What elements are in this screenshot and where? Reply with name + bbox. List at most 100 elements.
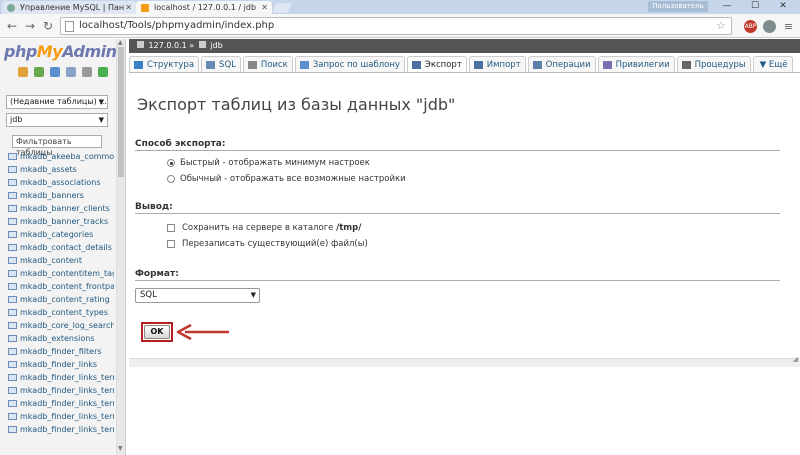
table-name[interactable]: mkadb_finder_links_terms [20, 425, 114, 434]
table-icon[interactable] [8, 231, 17, 238]
custom-export-option[interactable]: Обычный - отображать все возможные настр… [167, 174, 406, 185]
table-name[interactable]: mkadb_content_types [20, 308, 108, 317]
table-name[interactable]: mkadb_banners [20, 191, 84, 200]
table-list-item[interactable]: mkadb_finder_links_terms [8, 371, 114, 384]
table-name[interactable]: mkadb_associations [20, 178, 101, 187]
adblock-icon[interactable]: ABP [744, 20, 757, 33]
close-icon[interactable]: ✕ [261, 1, 268, 14]
logout-icon[interactable] [34, 67, 44, 77]
table-icon[interactable] [8, 426, 17, 433]
url-text[interactable]: localhost/Tools/phpmyadmin/index.php [79, 18, 274, 34]
breadcrumb-server[interactable]: 127.0.0.1 [149, 41, 187, 50]
table-list-item[interactable]: mkadb_contact_details [8, 241, 114, 254]
home-icon[interactable] [18, 67, 28, 77]
table-name[interactable]: mkadb_finder_links_terms [20, 412, 114, 421]
table-icon[interactable] [8, 374, 17, 381]
table-list-item[interactable]: mkadb_banner_clients [8, 202, 114, 215]
phpmyadmin-logo[interactable]: phpMyAdmin [4, 42, 117, 61]
tab-sql[interactable]: SQL [201, 56, 241, 73]
table-name[interactable]: mkadb_content_rating [20, 295, 110, 304]
minimize-button[interactable]: — [714, 0, 740, 12]
close-icon[interactable]: ✕ [125, 1, 132, 14]
tab-export[interactable]: Экспорт [406, 56, 467, 73]
table-icon[interactable] [8, 270, 17, 277]
browser-tab-phpmyadmin[interactable]: localhost / 127.0.0.1 / jdb ✕ [136, 1, 272, 14]
breadcrumb-database[interactable]: jdb [210, 41, 222, 50]
quick-export-radio[interactable] [167, 158, 175, 167]
table-list-item[interactable]: mkadb_finder_filters [8, 345, 114, 358]
table-name[interactable]: mkadb_content [20, 256, 82, 265]
table-icon[interactable] [8, 309, 17, 316]
recent-tables-select[interactable]: (Недавние таблицы) ... ▼ [6, 95, 108, 109]
scroll-up-icon[interactable]: ▲ [118, 39, 123, 46]
filter-tables-input[interactable]: Фильтровать таблицы [12, 135, 102, 157]
help-icon[interactable] [50, 67, 60, 77]
table-list-item[interactable]: mkadb_finder_links_terms [8, 384, 114, 397]
tab-query[interactable]: Запрос по шаблону [294, 56, 405, 73]
table-list-item[interactable]: mkadb_finder_links_terms [8, 397, 114, 410]
table-name[interactable]: mkadb_assets [20, 165, 77, 174]
table-list-item[interactable]: mkadb_extensions [8, 332, 114, 345]
table-icon[interactable] [8, 218, 17, 225]
table-icon[interactable] [8, 153, 17, 160]
table-icon[interactable] [8, 257, 17, 264]
save-on-server-checkbox[interactable] [167, 223, 175, 232]
menu-icon[interactable]: ≡ [782, 20, 795, 33]
table-list-item[interactable]: mkadb_associations [8, 176, 114, 189]
table-name[interactable]: mkadb_finder_links_terms [20, 386, 114, 395]
overwrite-option[interactable]: Перезаписать существующий(е) файл(ы) [167, 239, 368, 250]
bookmark-star-icon[interactable]: ☆ [716, 18, 726, 34]
table-list-item[interactable]: mkadb_contentitem_tag_m [8, 267, 114, 280]
scrollbar-thumb[interactable] [118, 47, 124, 177]
table-list-item[interactable]: mkadb_finder_links [8, 358, 114, 371]
tab-more[interactable]: ▼ Ещё [752, 56, 793, 73]
table-name[interactable]: mkadb_banner_clients [20, 204, 110, 213]
tab-search[interactable]: Поиск [242, 56, 293, 73]
table-name[interactable]: mkadb_finder_filters [20, 347, 102, 356]
table-icon[interactable] [8, 361, 17, 368]
scroll-down-icon[interactable]: ▼ [118, 445, 123, 452]
table-icon[interactable] [8, 387, 17, 394]
clock-icon[interactable] [763, 20, 776, 33]
reload-nav-icon[interactable] [98, 67, 108, 77]
forward-icon[interactable]: → [22, 18, 38, 34]
table-name[interactable]: mkadb_finder_links_terms [20, 399, 114, 408]
table-list-item[interactable]: mkadb_core_log_searches [8, 319, 114, 332]
table-list-item[interactable]: mkadb_finder_links_terms [8, 410, 114, 423]
table-icon[interactable] [8, 400, 17, 407]
tab-import[interactable]: Импорт [468, 56, 526, 73]
table-name[interactable]: mkadb_extensions [20, 334, 95, 343]
overwrite-checkbox[interactable] [167, 239, 175, 248]
table-list-item[interactable]: mkadb_finder_links_terms [8, 423, 114, 436]
tab-routines[interactable]: Процедуры [676, 56, 751, 73]
table-name[interactable]: mkadb_contact_details [20, 243, 112, 252]
tab-structure[interactable]: Структура [129, 56, 200, 73]
browser-tab-mysql[interactable]: Управление MySQL | Пан ✕ [2, 1, 136, 14]
table-icon[interactable] [8, 335, 17, 342]
table-list-item[interactable]: mkadb_content_rating [8, 293, 114, 306]
table-icon[interactable] [8, 413, 17, 420]
table-icon[interactable] [8, 348, 17, 355]
table-icon[interactable] [8, 322, 17, 329]
table-name[interactable]: mkadb_banner_tracks [20, 217, 108, 226]
docs-icon[interactable] [66, 67, 76, 77]
user-badge[interactable]: Пользователь [648, 1, 708, 12]
maximize-button[interactable]: ☐ [742, 0, 768, 12]
table-name[interactable]: mkadb_finder_links_terms [20, 373, 114, 382]
sidebar-scrollbar[interactable]: ▲ ▼ [116, 39, 125, 455]
table-list-item[interactable]: mkadb_categories [8, 228, 114, 241]
table-list-item[interactable]: mkadb_akeeba_common [8, 150, 114, 163]
ok-button[interactable]: OK [144, 325, 170, 339]
table-icon[interactable] [8, 166, 17, 173]
table-list-item[interactable]: mkadb_banners [8, 189, 114, 202]
quick-export-option[interactable]: Быстрый - отображать минимум настроек [167, 158, 370, 169]
tab-privileges[interactable]: Привилегии [597, 56, 675, 73]
table-list-item[interactable]: mkadb_content [8, 254, 114, 267]
database-select[interactable]: jdb ▼ [6, 113, 108, 127]
save-on-server-option[interactable]: Сохранить на сервере в каталоге /tmp/ [167, 223, 361, 234]
table-name[interactable]: mkadb_core_log_searches [20, 321, 114, 330]
tab-operations[interactable]: Операции [527, 56, 596, 73]
window-close-button[interactable]: ✕ [770, 0, 796, 12]
table-list-item[interactable]: mkadb_banner_tracks [8, 215, 114, 228]
table-list-item[interactable]: mkadb_content_frontpage [8, 280, 114, 293]
